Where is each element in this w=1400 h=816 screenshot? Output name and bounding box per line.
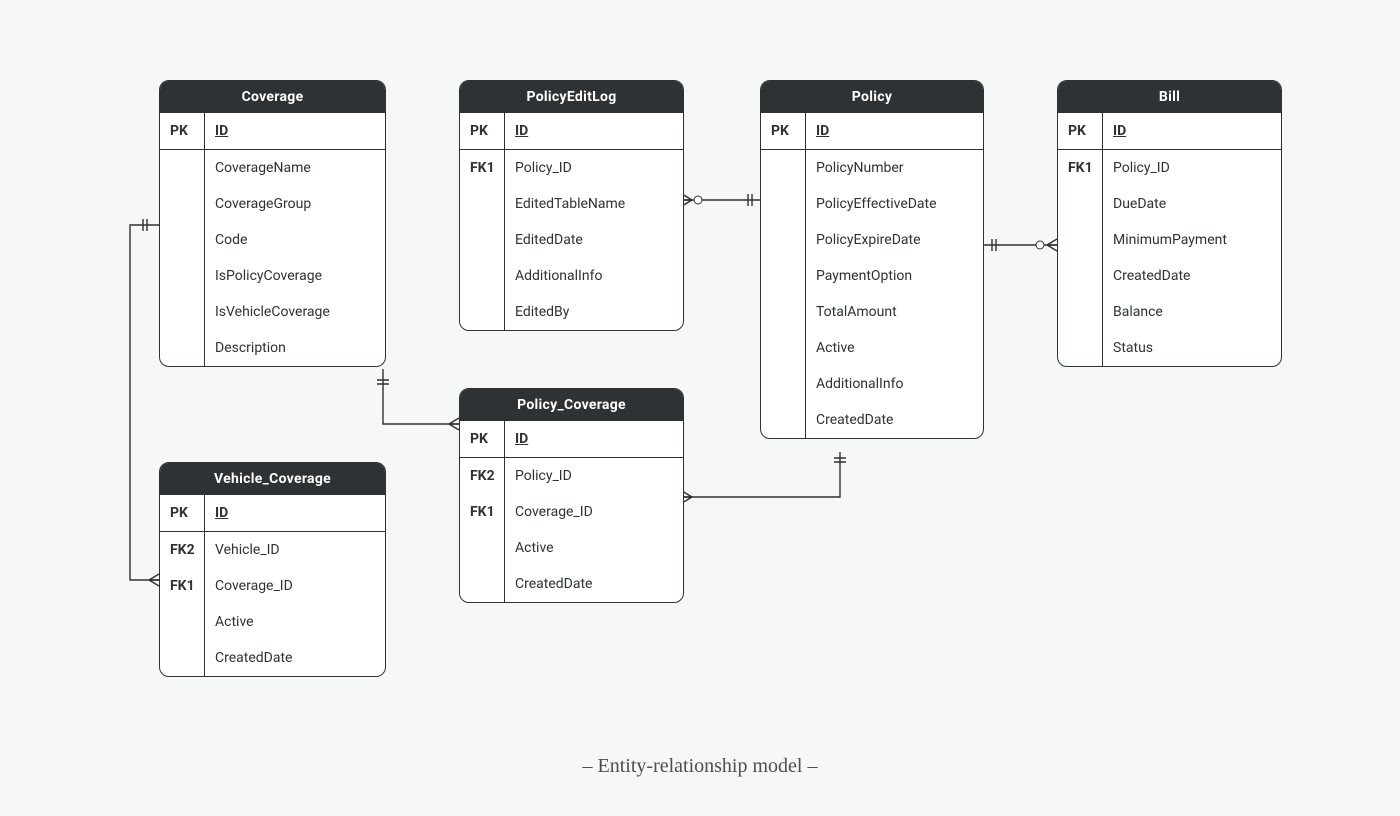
field: PaymentOption xyxy=(806,258,983,294)
key-fk2: FK2 xyxy=(460,458,504,494)
field: Active xyxy=(806,330,983,366)
field: Status xyxy=(1103,330,1281,366)
field: Active xyxy=(505,530,683,566)
key-fk1: FK1 xyxy=(160,568,204,604)
field: CreatedDate xyxy=(505,566,683,602)
key-pk: PK xyxy=(160,113,204,149)
field: AdditionalInfo xyxy=(806,366,983,402)
key-fk1: FK1 xyxy=(1058,150,1102,186)
field: Active xyxy=(205,604,385,640)
field: Coverage_ID xyxy=(205,568,385,604)
field: Balance xyxy=(1103,294,1281,330)
key-pk: PK xyxy=(761,113,805,149)
field: PolicyExpireDate xyxy=(806,222,983,258)
field: IsVehicleCoverage xyxy=(205,294,385,330)
field: Coverage_ID xyxy=(505,494,683,530)
field-id: ID xyxy=(806,113,983,149)
field: Policy_ID xyxy=(505,458,683,494)
field: MinimumPayment xyxy=(1103,222,1281,258)
field: Description xyxy=(205,330,385,366)
field: Vehicle_ID xyxy=(205,532,385,568)
field: DueDate xyxy=(1103,186,1281,222)
entity-title: Coverage xyxy=(160,81,385,113)
field: PolicyNumber xyxy=(806,150,983,186)
key-fk2: FK2 xyxy=(160,532,204,568)
field: CoverageName xyxy=(205,150,385,186)
entity-title: Policy_Coverage xyxy=(460,389,683,421)
field: PolicyEffectiveDate xyxy=(806,186,983,222)
entity-vehicle-coverage: Vehicle_Coverage PK FK2 FK1 ID Vehicle_I… xyxy=(159,462,386,677)
field-id: ID xyxy=(505,113,683,149)
field: Policy_ID xyxy=(505,150,683,186)
field-id: ID xyxy=(1103,113,1281,149)
field: CreatedDate xyxy=(205,640,385,676)
field-id: ID xyxy=(505,421,683,457)
key-fk1: FK1 xyxy=(460,494,504,530)
key-pk: PK xyxy=(160,495,204,531)
entity-coverage: Coverage PK ID CoverageName CoverageGrou… xyxy=(159,80,386,367)
entity-title: Policy xyxy=(761,81,983,113)
field-id: ID xyxy=(205,495,385,531)
field: EditedTableName xyxy=(505,186,683,222)
field-id: ID xyxy=(205,113,385,149)
field: IsPolicyCoverage xyxy=(205,258,385,294)
field: Policy_ID xyxy=(1103,150,1281,186)
field: AdditionalInfo xyxy=(505,258,683,294)
entity-title: Vehicle_Coverage xyxy=(160,463,385,495)
key-pk: PK xyxy=(460,113,504,149)
field: CoverageGroup xyxy=(205,186,385,222)
entity-policy-coverage: Policy_Coverage PK FK2 FK1 ID Policy_ID … xyxy=(459,388,684,603)
field: EditedDate xyxy=(505,222,683,258)
field: EditedBy xyxy=(505,294,683,330)
key-pk: PK xyxy=(1058,113,1102,149)
er-diagram-canvas: Coverage PK ID CoverageName CoverageGrou… xyxy=(0,0,1400,816)
entity-policyeditlog: PolicyEditLog PK FK1 ID Policy_ID Edited… xyxy=(459,80,684,331)
field: TotalAmount xyxy=(806,294,983,330)
field: CreatedDate xyxy=(1103,258,1281,294)
key-pk: PK xyxy=(460,421,504,457)
entity-title: Bill xyxy=(1058,81,1281,113)
field: CreatedDate xyxy=(806,402,983,438)
key-fk1: FK1 xyxy=(460,150,504,186)
entity-title: PolicyEditLog xyxy=(460,81,683,113)
entity-bill: Bill PK FK1 ID Policy_ID DueDate Minimum… xyxy=(1057,80,1282,367)
diagram-caption: – Entity-relationship model – xyxy=(0,755,1400,778)
entity-policy: Policy PK ID PolicyNumber PolicyEffectiv… xyxy=(760,80,984,439)
field: Code xyxy=(205,222,385,258)
